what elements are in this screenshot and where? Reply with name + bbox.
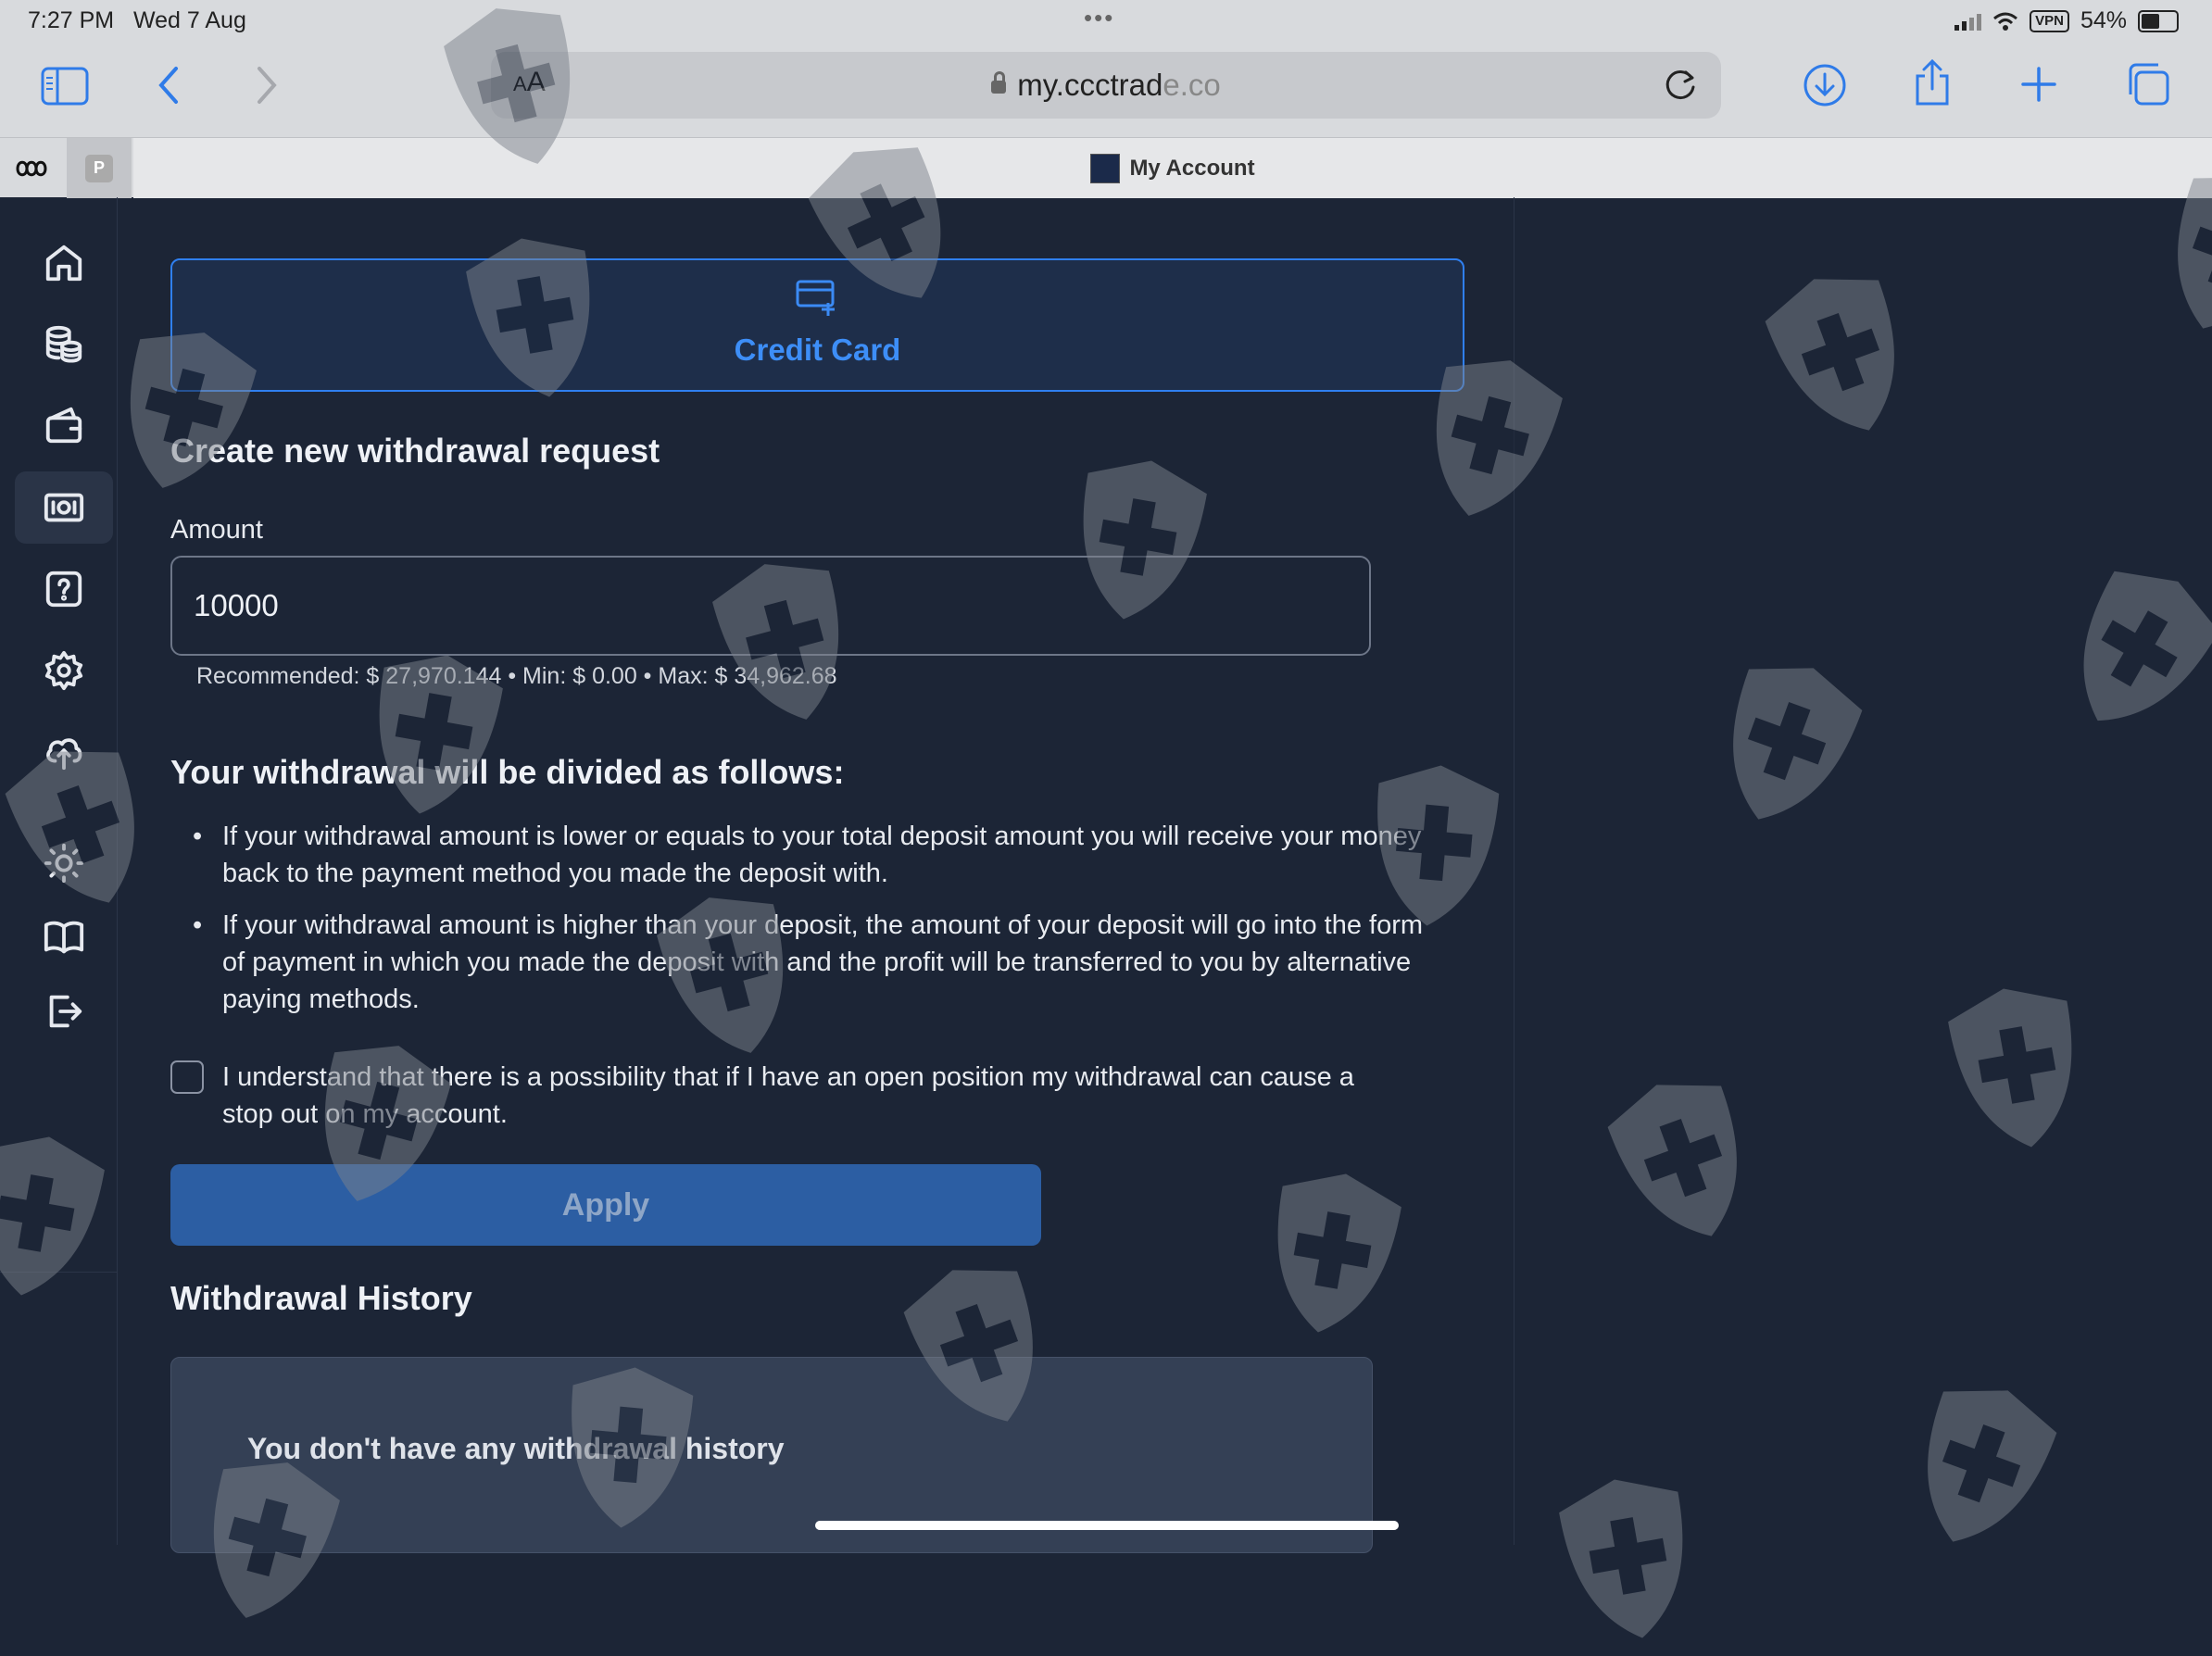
withdraw-icon (44, 493, 84, 522)
book-icon (44, 921, 84, 954)
stop-out-checkbox-label[interactable]: I understand that there is a possibility… (222, 1059, 1380, 1133)
sidebar-divider (0, 1272, 117, 1273)
new-tab-icon[interactable] (2019, 65, 2058, 104)
status-time: 7:27 PM (28, 7, 115, 33)
tabs-overview-icon[interactable] (2125, 61, 2171, 107)
sidebar-item-help[interactable] (15, 553, 113, 625)
home-indicator[interactable] (815, 1521, 1399, 1530)
app-sidebar (0, 197, 118, 1545)
signal-icon (1954, 12, 1982, 31)
sidebar-item-logout[interactable] (15, 975, 113, 1048)
status-bar: 7:27 PM Wed 7 Aug ••• VPN 54% (0, 0, 2212, 44)
home-icon (45, 245, 82, 282)
tab-my-account[interactable]: My Account (133, 138, 2212, 198)
gear-icon (44, 650, 83, 691)
tab-abc[interactable] (0, 138, 65, 198)
help-icon (45, 571, 82, 608)
sidebar-item-upload[interactable] (15, 716, 113, 788)
apply-button[interactable]: Apply (170, 1164, 1041, 1246)
amount-input[interactable] (170, 556, 1371, 656)
back-icon[interactable] (156, 65, 182, 106)
sidebar-item-wallet[interactable] (15, 389, 113, 461)
amount-label: Amount (170, 515, 263, 545)
address-bar[interactable]: AAAA my.ccctrade.co (491, 52, 1721, 119)
watermark-shield-icon (1733, 668, 1863, 820)
sidebar-item-docs[interactable] (15, 901, 113, 973)
browser-chrome: 7:27 PM Wed 7 Aug ••• VPN 54% AAAA my.cc… (0, 0, 2212, 198)
sidebar-item-withdraw[interactable] (15, 471, 113, 544)
stop-out-checkbox[interactable] (170, 1060, 204, 1094)
sidebar-toggle-icon[interactable] (41, 67, 89, 106)
download-icon[interactable] (1803, 63, 1847, 107)
tab-p[interactable]: P (67, 138, 132, 198)
sun-icon (44, 843, 84, 884)
sidebar-item-theme[interactable] (15, 827, 113, 899)
sidebar-item-coins[interactable] (15, 308, 113, 381)
watermark-shield-icon (1607, 1085, 1737, 1236)
url-text[interactable]: my.ccctrade.co (491, 68, 1721, 103)
watermark-shield-icon (1928, 1390, 2057, 1542)
upload-icon (46, 738, 82, 771)
payment-method-credit-card[interactable]: Credit Card (170, 258, 1464, 392)
battery-percent: 54% (2080, 7, 2127, 33)
logout-icon (49, 995, 82, 1028)
multitask-dots-icon[interactable]: ••• (1084, 4, 1114, 32)
division-title: Your withdrawal will be divided as follo… (170, 753, 845, 791)
division-rules: If your withdrawal amount is lower or eq… (170, 818, 1445, 1033)
watermark-shield-icon (2083, 571, 2212, 721)
watermark-shield-icon (1765, 279, 1894, 431)
abc-logo-icon (16, 160, 47, 176)
form-title: Create new withdrawal request (170, 432, 660, 470)
payment-method-label: Credit Card (734, 332, 901, 367)
rule-item: If your withdrawal amount is higher than… (193, 907, 1445, 1018)
site-favicon (1090, 153, 1121, 183)
share-icon[interactable] (1912, 57, 1953, 107)
credit-card-icon (796, 280, 835, 316)
wifi-icon (1993, 12, 2018, 31)
history-title: Withdrawal History (170, 1279, 472, 1317)
watermark-shield-icon (1277, 1173, 1401, 1333)
history-empty-message: You don't have any withdrawal history (247, 1432, 785, 1465)
sidebar-item-home[interactable] (15, 227, 113, 299)
tab-bar: P My Account (0, 137, 2212, 198)
wallet-icon (45, 407, 82, 444)
vpn-badge: VPN (2030, 9, 2069, 32)
rule-item: If your withdrawal amount is lower or eq… (193, 818, 1445, 892)
battery-icon (2138, 9, 2179, 32)
status-date: Wed 7 Aug (133, 7, 246, 33)
forward-icon[interactable] (254, 65, 280, 106)
reload-icon[interactable] (1660, 65, 1701, 106)
coins-icon (45, 325, 82, 363)
sidebar-item-settings[interactable] (15, 634, 113, 707)
lock-icon (991, 71, 1007, 94)
watermark-shield-icon (1948, 988, 2072, 1148)
watermark-shield-icon (1559, 1479, 1683, 1638)
amount-hint: Recommended: $ 27,970.144 • Min: $ 0.00 … (196, 663, 837, 689)
status-indicators: VPN 54% (1954, 7, 2179, 34)
